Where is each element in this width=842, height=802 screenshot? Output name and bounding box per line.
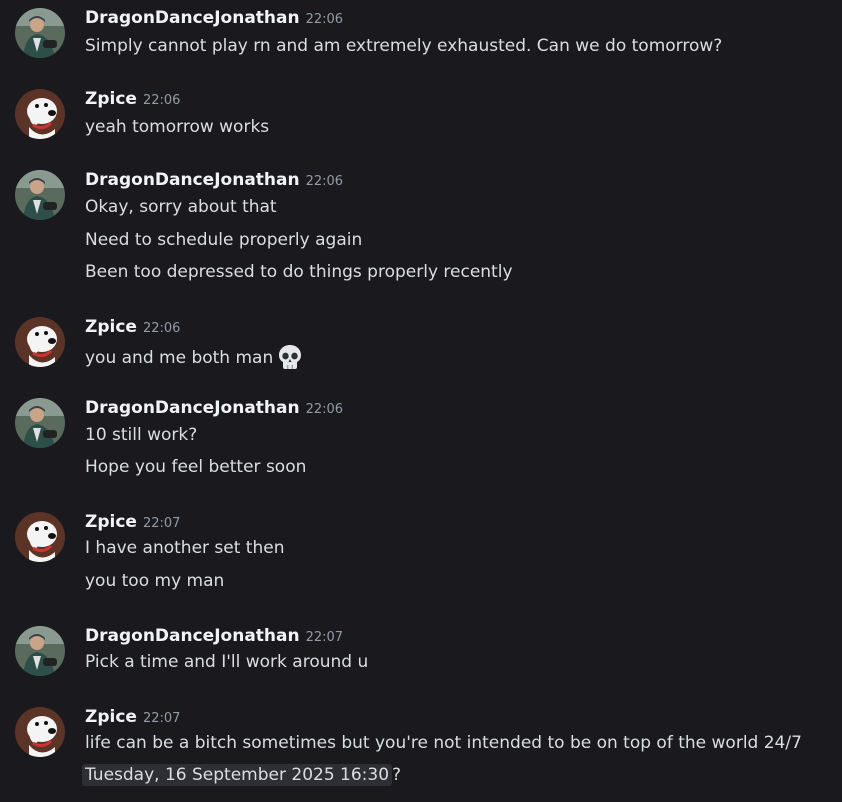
message-text: Tuesday, 16 September 2025 16:30? — [82, 764, 402, 786]
timestamp-chip[interactable]: Tuesday, 16 September 2025 16:30 — [82, 764, 393, 786]
message-group: DragonDanceJonathan 22:06 Simply cannot p… — [0, 8, 842, 68]
message-text-content: you and me both man — [85, 348, 274, 368]
message-header: DragonDanceJonathan 22:06 — [85, 170, 343, 192]
timestamp: 22:06 — [305, 12, 344, 27]
skull-emoji-icon[interactable] — [276, 343, 304, 371]
username[interactable]: Zpice — [85, 512, 137, 532]
avatar-zpice[interactable] — [15, 89, 65, 139]
message-text: Need to schedule properly again — [85, 230, 363, 250]
avatar-zpice[interactable] — [15, 707, 65, 757]
username[interactable]: Zpice — [85, 89, 137, 109]
timestamp: 22:06 — [305, 402, 344, 417]
message-text: Pick a time and I'll work around u — [85, 652, 369, 672]
message-text: yeah tomorrow works — [85, 117, 270, 137]
message-group: Zpice 22:07 I have another set then you t… — [0, 512, 842, 597]
username[interactable]: DragonDanceJonathan — [85, 8, 300, 28]
message-header: Zpice 22:06 — [85, 89, 180, 111]
username[interactable]: Zpice — [85, 707, 137, 727]
message-text: Simply cannot play rn and am extremely e… — [85, 36, 723, 56]
avatar-dragondancejonathan[interactable] — [15, 8, 65, 58]
avatar-dragondancejonathan[interactable] — [15, 398, 65, 448]
timestamp: 22:07 — [142, 516, 181, 531]
message-header: DragonDanceJonathan 22:06 — [85, 8, 343, 30]
message-text: Okay, sorry about that — [85, 197, 277, 217]
avatar-dragondancejonathan[interactable] — [15, 626, 65, 676]
message-group: DragonDanceJonathan 22:07 Pick a time and… — [0, 626, 842, 686]
message-header: DragonDanceJonathan 22:06 — [85, 398, 343, 420]
timestamp: 22:07 — [305, 630, 344, 645]
username[interactable]: DragonDanceJonathan — [85, 626, 300, 646]
timestamp: 22:06 — [142, 93, 181, 108]
username[interactable]: DragonDanceJonathan — [85, 170, 300, 190]
message-header: Zpice 22:06 — [85, 317, 180, 339]
message-text: Hope you feel better soon — [85, 457, 307, 477]
avatar-zpice[interactable] — [15, 512, 65, 562]
timestamp: 22:06 — [305, 174, 344, 189]
message-group: Zpice 22:06 yeah tomorrow works — [0, 89, 842, 149]
timestamp: 22:07 — [142, 711, 181, 726]
username[interactable]: DragonDanceJonathan — [85, 398, 300, 418]
message-group: DragonDanceJonathan 22:06 Okay, sorry abo… — [0, 170, 842, 286]
message-group: Zpice 22:06 you and me both man — [0, 317, 842, 377]
message-header: Zpice 22:07 — [85, 512, 180, 534]
message-group: Zpice 22:07 life can be a bitch sometimes… — [0, 707, 842, 797]
message-header: Zpice 22:07 — [85, 707, 180, 729]
message-text: Been too depressed to do things properly… — [85, 262, 513, 282]
message-text: I have another set then — [85, 538, 285, 558]
username[interactable]: Zpice — [85, 317, 137, 337]
avatar-dragondancejonathan[interactable] — [15, 170, 65, 220]
message-text: you too my man — [85, 571, 225, 591]
message-text: you and me both man — [85, 343, 304, 371]
message-group: DragonDanceJonathan 22:06 10 still work? … — [0, 398, 842, 483]
message-text-suffix: ? — [392, 765, 402, 785]
message-text: life can be a bitch sometimes but you're… — [85, 733, 802, 753]
timestamp: 22:06 — [142, 321, 181, 336]
chat-messages: DragonDanceJonathan 22:06 Simply cannot p… — [0, 0, 842, 802]
message-text: 10 still work? — [85, 425, 198, 445]
message-header: DragonDanceJonathan 22:07 — [85, 626, 343, 648]
avatar-zpice[interactable] — [15, 317, 65, 367]
